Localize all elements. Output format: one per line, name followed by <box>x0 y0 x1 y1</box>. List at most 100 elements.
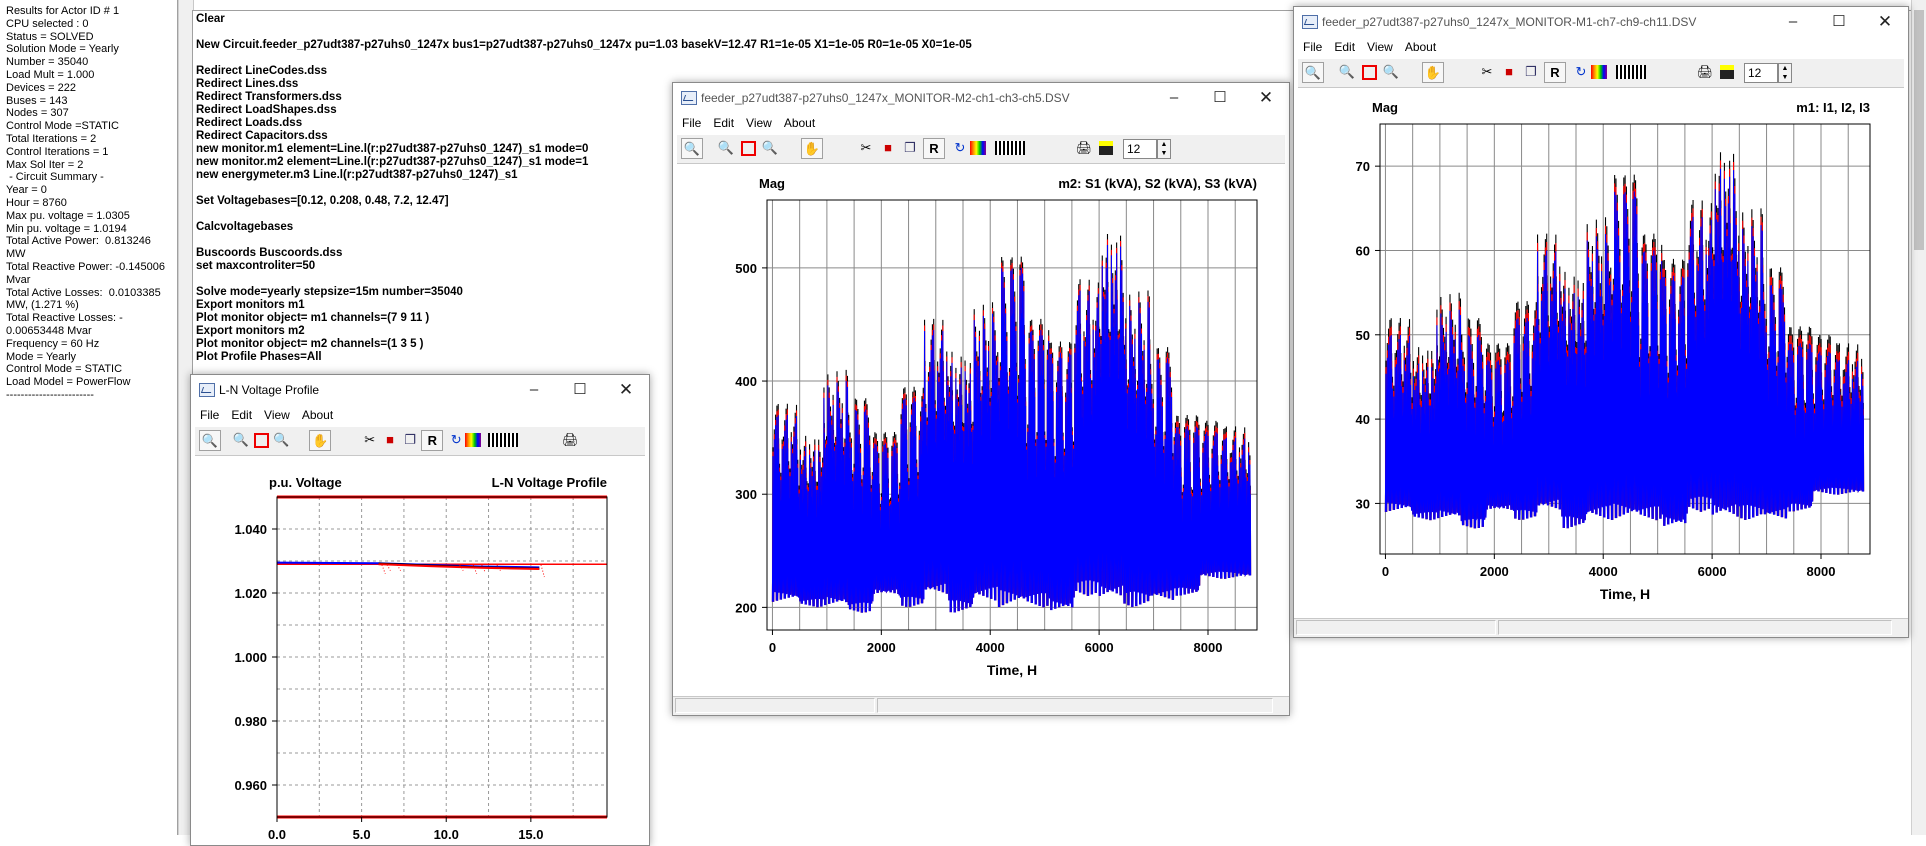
voltage-profile-window[interactable]: L-N Voltage Profile – ☐ ✕ File Edit View Ab… <box>190 374 650 846</box>
print-icon[interactable]: 🖨 <box>559 430 581 451</box>
copy-icon-glyph: ■ <box>884 140 892 155</box>
window-titlebar[interactable]: feeder_p27udt387-p27uhs0_1247x_MONITOR-M… <box>673 83 1289 113</box>
menu-edit[interactable]: Edit <box>231 405 252 425</box>
cut-icon[interactable]: ✂ <box>1476 62 1498 83</box>
zoom-level-input[interactable]: 12 <box>1123 139 1157 159</box>
save-icon-glyph <box>1099 141 1113 155</box>
x-tick-label: 0 <box>769 640 776 655</box>
cut-icon[interactable]: ✂ <box>855 138 877 159</box>
grid-icon[interactable] <box>1616 62 1646 83</box>
y-tick-label: 70 <box>1356 159 1370 174</box>
results-line: Year = 0 <box>6 184 47 197</box>
zoom-spinner[interactable]: ▲ ▼ <box>1778 63 1792 83</box>
editor-scrollbar[interactable] <box>1911 0 1926 835</box>
refresh-r-icon[interactable]: R <box>421 430 444 451</box>
maximize-button[interactable]: ☐ <box>1197 83 1243 113</box>
menu-file[interactable]: File <box>682 113 701 133</box>
menu-edit[interactable]: Edit <box>713 113 734 133</box>
zoom-icon[interactable]: 🔍 <box>1336 62 1358 83</box>
menu-about[interactable]: About <box>784 113 815 133</box>
menu-edit[interactable]: Edit <box>1334 37 1355 57</box>
cut-icon[interactable]: ✂ <box>359 430 381 451</box>
zoom-out-icon[interactable]: 🔍 <box>198 430 221 451</box>
close-button[interactable]: ✕ <box>1862 7 1908 37</box>
menu-file[interactable]: File <box>200 405 219 425</box>
paste-icon[interactable]: ❐ <box>1520 62 1542 83</box>
print-icon[interactable]: 🖨 <box>1694 62 1716 83</box>
close-button[interactable]: ✕ <box>603 375 649 405</box>
x-axis-label: Time, H <box>1600 586 1650 602</box>
branch-drop <box>540 564 545 578</box>
y-tick-label: 1.020 <box>234 586 267 601</box>
copy-icon[interactable]: ■ <box>877 138 899 159</box>
redo-icon-glyph: ↻ <box>1575 64 1587 79</box>
results-line: Nodes = 307 <box>6 107 69 120</box>
results-line: Min pu. voltage = 1.0194 <box>6 222 127 235</box>
color-palette-icon[interactable] <box>967 138 989 159</box>
script-line[interactable]: Redirect LineCodes.dss <box>196 65 972 78</box>
script-line[interactable] <box>196 26 972 39</box>
toolbar: 🔍 🔍 🔍 ✋ ✂ ■ ❐ R ↻ 🖨 <box>195 426 645 456</box>
color-palette-icon-glyph <box>1591 65 1607 79</box>
pan-hand-icon[interactable]: ✋ <box>309 430 332 451</box>
y-tick-label: 30 <box>1356 496 1370 511</box>
window-titlebar[interactable]: L-N Voltage Profile – ☐ ✕ <box>191 375 649 405</box>
zoom-out-icon[interactable]: 🔍 <box>1302 62 1324 83</box>
refresh-r-icon-glyph: R <box>427 433 437 448</box>
copy-icon[interactable]: ■ <box>1498 62 1520 83</box>
color-palette-icon[interactable] <box>462 430 484 451</box>
grid-icon[interactable] <box>995 138 1025 159</box>
zoom-icon[interactable]: 🔍 <box>230 430 252 451</box>
script-line[interactable] <box>196 52 972 65</box>
save-icon[interactable] <box>1095 138 1117 159</box>
zoom-box-icon-glyph <box>1361 65 1377 80</box>
paste-icon[interactable]: ❐ <box>899 138 921 159</box>
menu-view[interactable]: View <box>1367 37 1393 57</box>
maximize-button[interactable]: ☐ <box>1816 7 1862 37</box>
window-title: feeder_p27udt387-p27uhs0_1247x_MONITOR-M… <box>1322 15 1697 29</box>
zoom-in-icon[interactable]: 🔍 <box>1380 62 1402 83</box>
status-segment <box>675 698 875 713</box>
script-line[interactable]: Clear <box>196 13 972 26</box>
grid-icon[interactable] <box>487 430 518 451</box>
window-titlebar[interactable]: feeder_p27udt387-p27uhs0_1247x_MONITOR-M… <box>1294 7 1908 37</box>
color-palette-icon-glyph <box>464 433 481 447</box>
print-icon[interactable]: 🖨 <box>1073 138 1095 159</box>
zoom-in-icon[interactable]: 🔍 <box>270 430 292 451</box>
maximize-button[interactable]: ☐ <box>557 375 603 405</box>
minimize-button[interactable]: – <box>1151 83 1197 113</box>
chart-title: L-N Voltage Profile <box>492 475 607 490</box>
zoom-spinner[interactable]: ▲ ▼ <box>1157 139 1171 159</box>
monitor-m2-window[interactable]: feeder_p27udt387-p27uhs0_1247x_MONITOR-M… <box>672 82 1290 716</box>
minimize-button[interactable]: – <box>1770 7 1816 37</box>
pan-hand-icon[interactable]: ✋ <box>1422 62 1444 83</box>
zoom-level-input[interactable]: 12 <box>1744 63 1778 83</box>
menu-about[interactable]: About <box>302 405 333 425</box>
menu-view[interactable]: View <box>746 113 772 133</box>
refresh-r-icon[interactable]: R <box>1544 62 1566 83</box>
zoom-box-icon[interactable] <box>737 138 759 159</box>
zoom-out-icon[interactable]: 🔍 <box>681 138 703 159</box>
y-tick-label: 1.040 <box>234 522 267 537</box>
save-icon[interactable] <box>1716 62 1738 83</box>
refresh-r-icon[interactable]: R <box>923 138 945 159</box>
zoom-icon[interactable]: 🔍 <box>715 138 737 159</box>
zoom-in-icon[interactable]: 🔍 <box>759 138 781 159</box>
monitor-m1-window[interactable]: feeder_p27udt387-p27uhs0_1247x_MONITOR-M… <box>1293 6 1909 638</box>
y-tick-label: 0.960 <box>234 778 267 793</box>
script-line[interactable]: New Circuit.feeder_p27udt387-p27uhs0_124… <box>196 39 972 52</box>
copy-icon[interactable]: ■ <box>379 430 401 451</box>
minimize-button[interactable]: – <box>511 375 557 405</box>
zoom-box-icon[interactable] <box>250 430 272 451</box>
paste-icon[interactable]: ❐ <box>399 430 421 451</box>
menu-file[interactable]: File <box>1303 37 1322 57</box>
results-line: Frequency = 60 Hz <box>6 337 100 350</box>
close-button[interactable]: ✕ <box>1243 83 1289 113</box>
x-tick-label: 4000 <box>976 640 1005 655</box>
pan-hand-icon[interactable]: ✋ <box>801 138 823 159</box>
zoom-box-icon[interactable] <box>1358 62 1380 83</box>
editor-scrollbar-thumb[interactable] <box>1914 10 1924 250</box>
menu-about[interactable]: About <box>1405 37 1436 57</box>
color-palette-icon[interactable] <box>1588 62 1610 83</box>
menu-view[interactable]: View <box>264 405 290 425</box>
